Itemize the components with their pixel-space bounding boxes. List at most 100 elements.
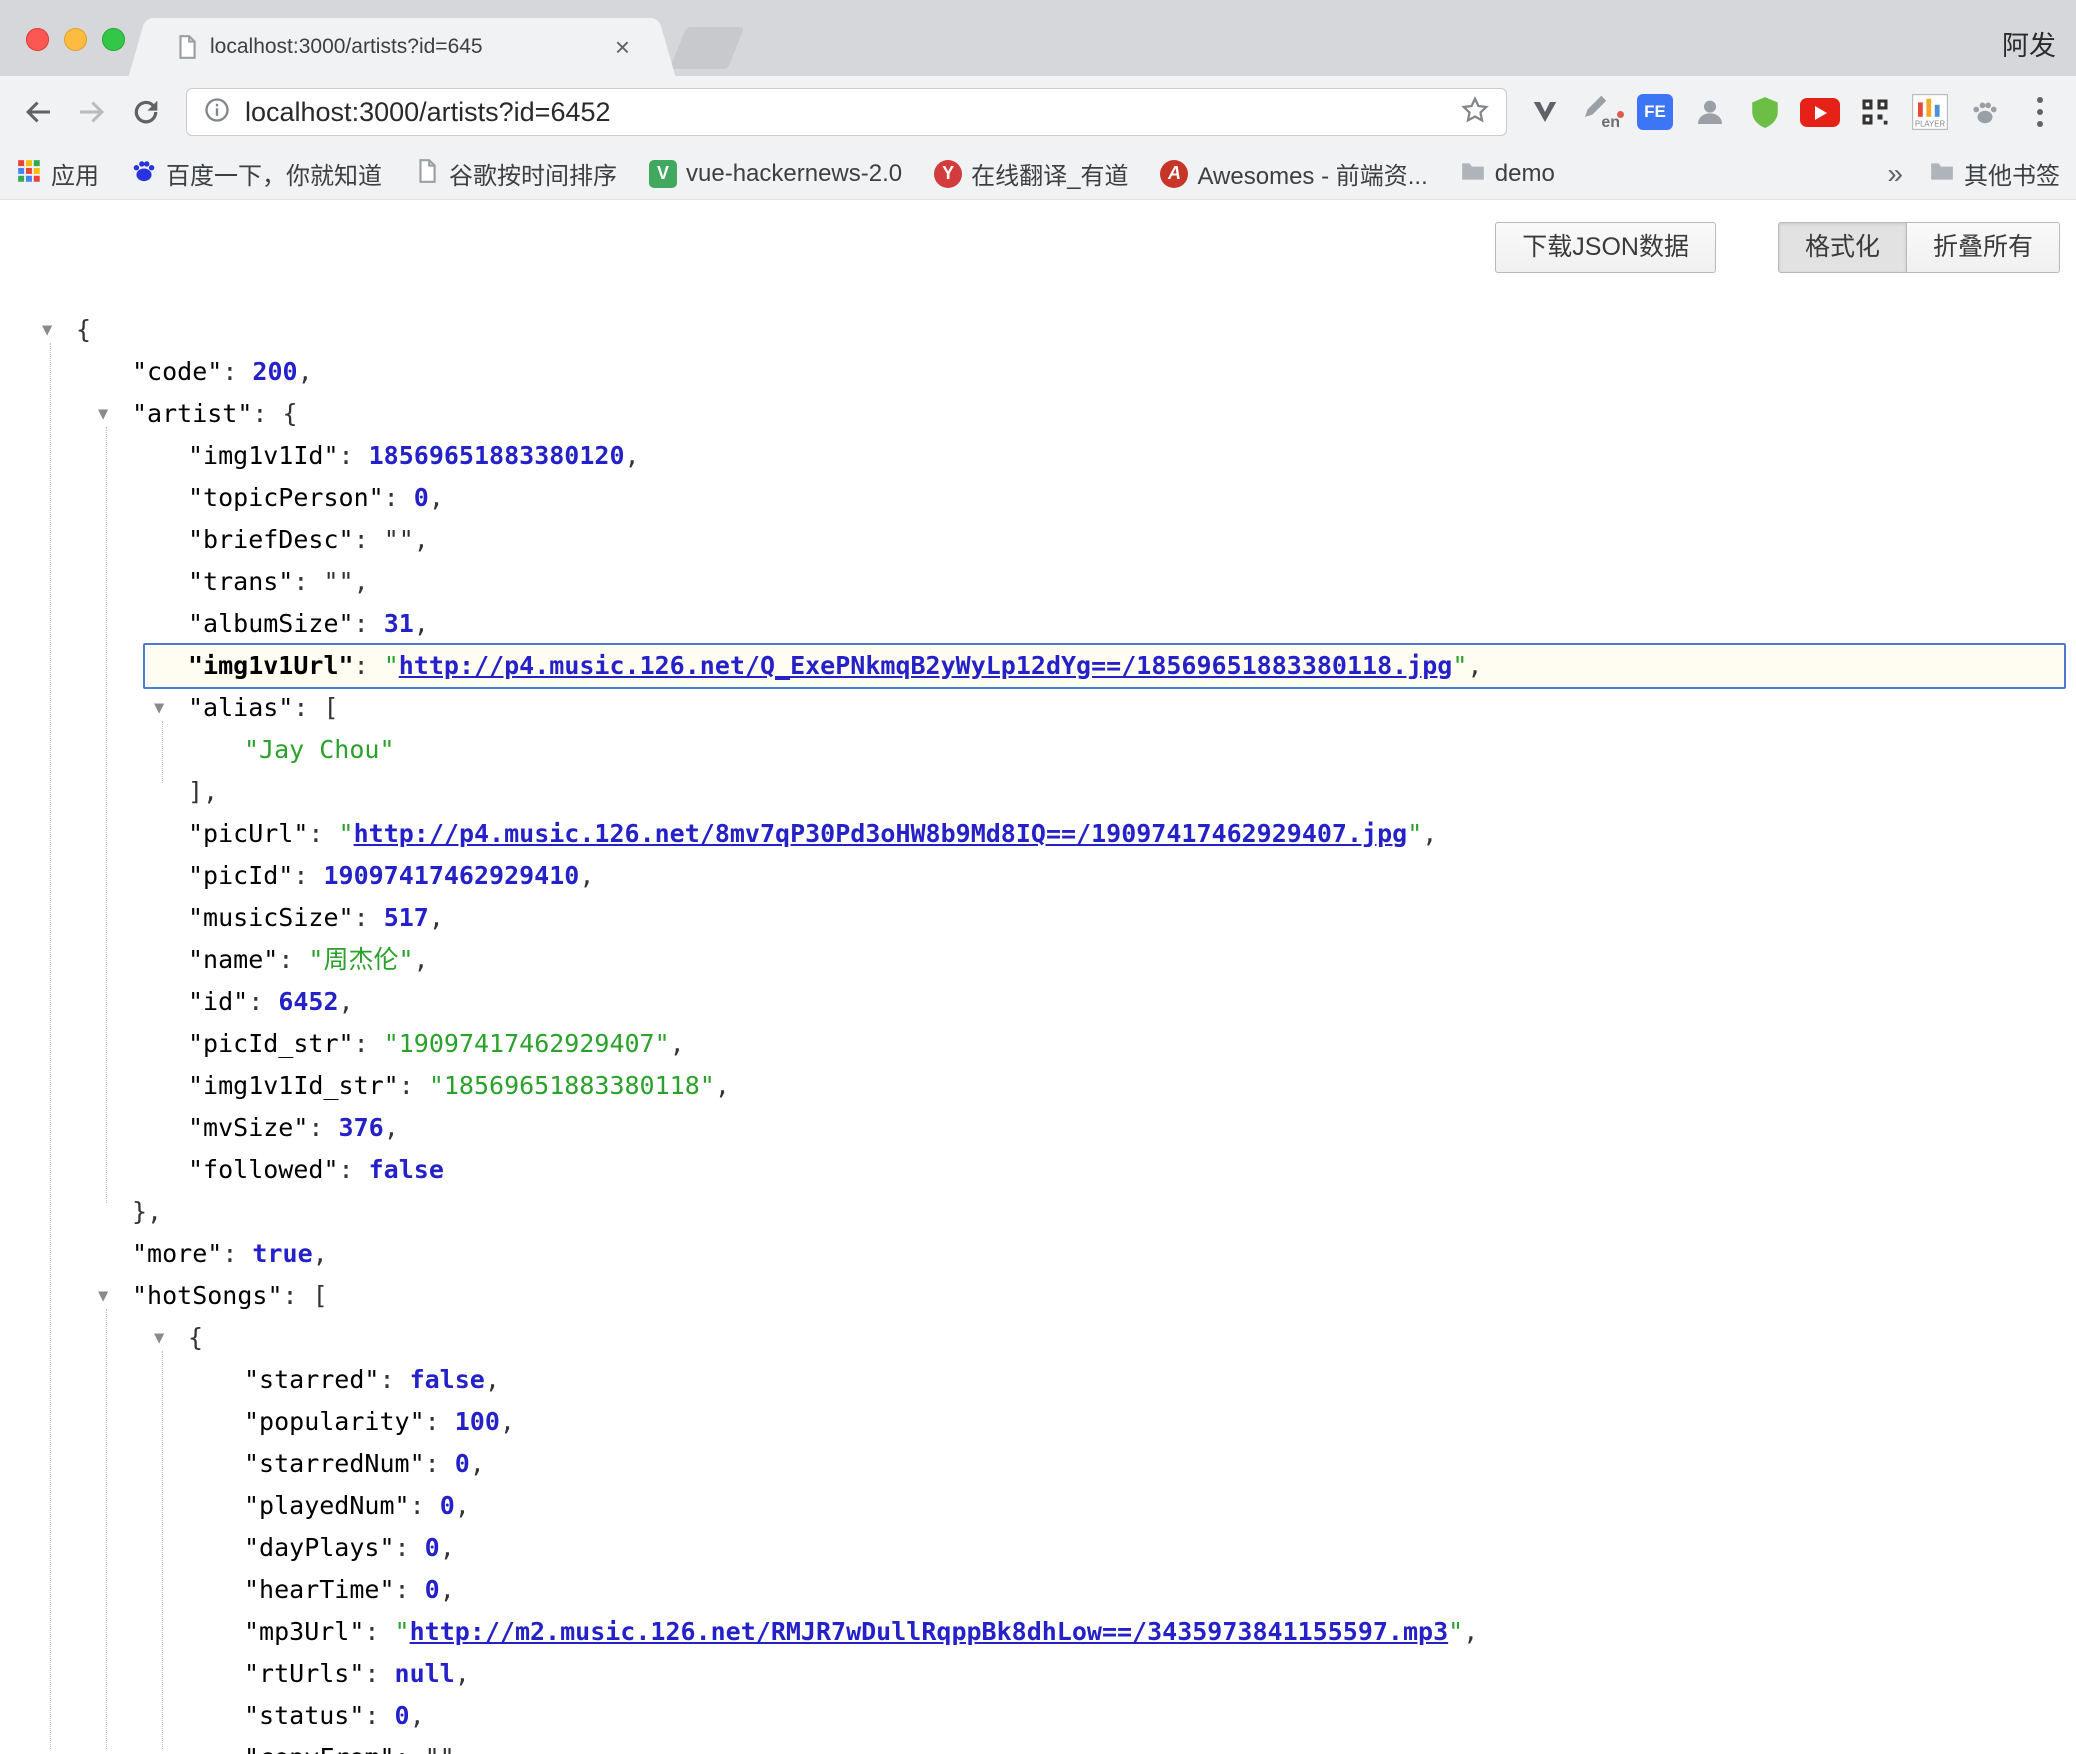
json-punct: : [384, 483, 414, 512]
fullscreen-window-button[interactable] [102, 28, 125, 51]
bookmark-item-google-sort[interactable]: 谷歌按时间排序 [414, 156, 617, 191]
shield-extension-icon[interactable] [1743, 90, 1787, 134]
json-line: "picId_str": "19097417462929407", [0, 1023, 2076, 1065]
json-line: "img1v1Id_str": "18569651883380118", [0, 1065, 2076, 1107]
json-punct: : [283, 1281, 313, 1310]
bookmark-item-awesomes[interactable]: A Awesomes - 前端资... [1160, 156, 1427, 191]
page-info-icon[interactable] [203, 96, 231, 129]
json-punct: : [395, 1743, 425, 1754]
vue-icon: V [649, 160, 677, 188]
json-punct: , [354, 567, 369, 596]
tab-title: localhost:3000/artists?id=645 [210, 35, 605, 59]
json-link[interactable]: http://p4.music.126.net/Q_ExePNkmqB2yWyL… [399, 651, 1453, 680]
json-punct: : [278, 945, 308, 974]
reload-button[interactable] [122, 88, 170, 136]
translate-pen-icon[interactable]: en [1578, 90, 1622, 134]
url-text[interactable]: localhost:3000/artists?id=6452 [245, 97, 1460, 128]
json-link[interactable]: http://m2.music.126.net/RMJR7wDullRqppBk… [410, 1617, 1449, 1646]
json-line: "popularity": 100, [0, 1401, 2076, 1443]
json-punct: : [354, 651, 384, 680]
paw-extension-icon[interactable] [1963, 90, 2007, 134]
json-line: ], [0, 771, 2076, 813]
profile-name[interactable]: 阿发 [2002, 24, 2056, 63]
bookmark-item-baidu[interactable]: 百度一下，你就知道 [131, 156, 382, 191]
json-key: "more" [132, 1239, 222, 1268]
json-key: "trans" [188, 567, 293, 596]
download-json-button[interactable]: 下载JSON数据 [1495, 222, 1716, 273]
youtube-extension-icon[interactable] [1798, 90, 1842, 134]
json-number: 376 [339, 1113, 384, 1142]
json-key: "img1v1Url" [188, 651, 354, 680]
json-punct: , [1422, 819, 1437, 848]
fe-extension-icon[interactable]: FE [1633, 90, 1677, 134]
folder-icon [1929, 158, 1955, 189]
json-line: "mp3Url": "http://m2.music.126.net/RMJR7… [0, 1611, 2076, 1653]
other-bookmarks-folder[interactable]: 其他书签 [1929, 156, 2060, 191]
json-line: "rtUrls": null, [0, 1653, 2076, 1695]
format-button[interactable]: 格式化 [1778, 222, 1907, 273]
json-number: 6452 [278, 987, 338, 1016]
youdao-icon: Y [934, 160, 962, 188]
json-key: "code" [132, 357, 222, 386]
close-window-button[interactable] [26, 28, 49, 51]
json-line: "code": 200, [0, 351, 2076, 393]
forward-button[interactable] [68, 88, 116, 136]
json-punct: }, [132, 1197, 162, 1226]
player-extension-icon[interactable]: PLAYER [1908, 90, 1952, 134]
json-punct: , [455, 1743, 470, 1754]
json-punct: "" [323, 567, 353, 596]
json-line: "starred": false, [0, 1359, 2076, 1401]
json-key: "id" [188, 987, 248, 1016]
json-punct: , [384, 1113, 399, 1142]
bookmark-item-demo[interactable]: demo [1460, 158, 1555, 189]
json-string: " [1448, 1617, 1463, 1646]
json-punct: , [455, 1659, 470, 1688]
address-bar[interactable]: localhost:3000/artists?id=6452 [186, 88, 1507, 136]
json-string: "Jay Chou" [244, 735, 395, 764]
bookmark-item-vue-hackernews[interactable]: V vue-hackernews-2.0 [649, 160, 902, 188]
json-link[interactable]: http://p4.music.126.net/8mv7qP30Pd3oHW8b… [354, 819, 1408, 848]
browser-tab[interactable]: localhost:3000/artists?id=645 × [152, 18, 652, 76]
json-punct: , [1463, 1617, 1478, 1646]
new-tab-button[interactable] [670, 27, 745, 69]
json-line: "playedNum": 0, [0, 1485, 2076, 1527]
json-punct: : [339, 1155, 369, 1184]
awesomes-icon: A [1160, 160, 1188, 188]
json-key: "artist" [132, 399, 252, 428]
json-key: "name" [188, 945, 278, 974]
json-number: 200 [252, 357, 297, 386]
json-key: "albumSize" [188, 609, 354, 638]
bookmark-item-apps[interactable]: 应用 [16, 156, 99, 191]
tab-close-icon[interactable]: × [615, 34, 630, 60]
json-line: "picId": 19097417462929410, [0, 855, 2076, 897]
json-punct: , [313, 1239, 328, 1268]
vee-extension-icon[interactable] [1523, 90, 1567, 134]
json-punct: : [222, 357, 252, 386]
json-line: "mvSize": 376, [0, 1107, 2076, 1149]
json-punct: { [283, 399, 298, 428]
json-punct: : [410, 1491, 440, 1520]
json-line: ▼"alias": [ [0, 687, 2076, 729]
qr-code-extension-icon[interactable] [1853, 90, 1897, 134]
browser-menu-icon[interactable] [2018, 90, 2062, 134]
json-number: 18569651883380120 [369, 441, 625, 470]
json-number: false [410, 1365, 485, 1394]
json-punct: , [414, 945, 429, 974]
tree-guide-line [106, 427, 107, 1203]
person-extension-icon[interactable] [1688, 90, 1732, 134]
extensions-area: en FE PLAYER [1523, 90, 2062, 134]
back-button[interactable] [14, 88, 62, 136]
json-punct: : [354, 609, 384, 638]
json-punct: : [425, 1449, 455, 1478]
json-number: false [369, 1155, 444, 1184]
json-string: " [395, 1617, 410, 1646]
json-key: "hearTime" [244, 1575, 395, 1604]
bookmark-item-youdao[interactable]: Y 在线翻译_有道 [934, 156, 1128, 191]
bookmarks-overflow-chevron[interactable]: » [1887, 158, 1903, 190]
json-key: "status" [244, 1701, 364, 1730]
minimize-window-button[interactable] [64, 28, 87, 51]
json-line: ▼"hotSongs": [ [0, 1275, 2076, 1317]
bookmark-star-icon[interactable] [1460, 95, 1490, 130]
json-punct: : [354, 1029, 384, 1058]
collapse-all-button[interactable]: 折叠所有 [1907, 222, 2060, 273]
